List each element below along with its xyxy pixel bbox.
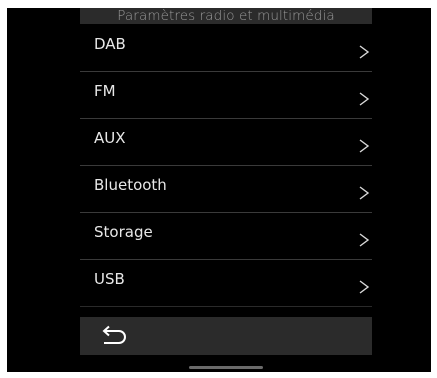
back-arrow-icon xyxy=(102,325,126,344)
menu-item-dab[interactable]: DAB xyxy=(80,25,372,72)
chevron-right-icon xyxy=(359,45,370,59)
menu-item-label: AUX xyxy=(94,129,126,147)
chevron-right-icon xyxy=(359,280,370,294)
back-button[interactable] xyxy=(80,317,372,355)
menu-item-fm[interactable]: FM xyxy=(80,72,372,119)
menu-item-label: USB xyxy=(94,270,125,288)
infotainment-screen: Paramètres radio et multimédia DAB FM AU… xyxy=(7,8,431,372)
menu-item-bluetooth[interactable]: Bluetooth xyxy=(80,166,372,213)
menu-item-label: Bluetooth xyxy=(94,176,167,194)
home-indicator[interactable] xyxy=(189,366,263,369)
chevron-right-icon xyxy=(359,92,370,106)
chevron-right-icon xyxy=(359,186,370,200)
header-bar: Paramètres radio et multimédia xyxy=(80,8,372,24)
menu-item-aux[interactable]: AUX xyxy=(80,119,372,166)
menu-item-label: FM xyxy=(94,82,116,100)
menu-item-usb[interactable]: USB xyxy=(80,260,372,307)
settings-menu: DAB FM AUX Bluetooth Storage USB xyxy=(80,25,372,307)
chevron-right-icon xyxy=(359,139,370,153)
page-title: Paramètres radio et multimédia xyxy=(117,8,335,24)
menu-item-label: Storage xyxy=(94,223,153,241)
chevron-right-icon xyxy=(359,233,370,247)
menu-item-storage[interactable]: Storage xyxy=(80,213,372,260)
menu-item-label: DAB xyxy=(94,35,126,53)
